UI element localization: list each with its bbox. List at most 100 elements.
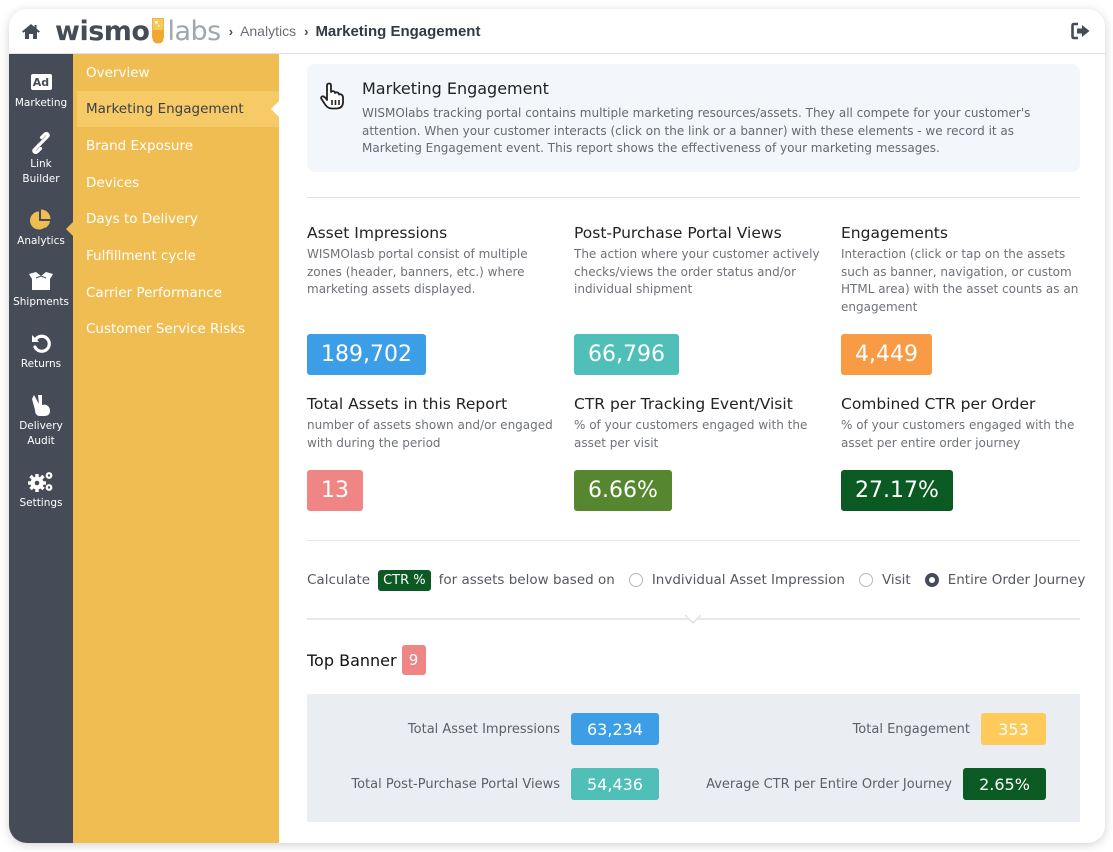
logo-labs: labs xyxy=(167,15,221,47)
sidebar-item-marketing[interactable]: Ad Marketing xyxy=(9,71,73,111)
metric-asset-impressions: Asset Impressions WISMOlasb portal consi… xyxy=(307,224,557,299)
metric-description: number of assets shown and/or engaged wi… xyxy=(307,418,553,450)
stat-value: 54,436 xyxy=(571,768,659,800)
app-window: wismo labs › Analytics › Marketing Engag… xyxy=(9,9,1105,843)
stat-value: 63,234 xyxy=(571,713,659,745)
metric-description: % of your customers engaged with the ass… xyxy=(841,418,1075,450)
sidebar-item-label: Link Builder xyxy=(22,157,59,187)
sidebar-item-returns[interactable]: Returns xyxy=(9,332,73,372)
divider-arrow-icon xyxy=(684,611,702,625)
submenu-item-days-to-delivery[interactable]: Days to Delivery xyxy=(77,201,279,237)
stat-average-ctr: Average CTR per Entire Order Journey 2.6… xyxy=(706,768,1046,800)
stat-label: Total Engagement xyxy=(852,721,970,737)
analytics-submenu: Overview Marketing Engagement Brand Expo… xyxy=(73,54,279,843)
stat-value: 2.65% xyxy=(963,768,1046,800)
breadcrumb-analytics[interactable]: Analytics xyxy=(240,23,296,39)
sidebar-item-label: Delivery Audit xyxy=(19,419,63,449)
test-tube-icon xyxy=(152,18,165,44)
top-bar: wismo labs › Analytics › Marketing Engag… xyxy=(9,9,1105,54)
divider xyxy=(307,197,1080,198)
metric-total-assets: Total Assets in this Report number of as… xyxy=(307,395,557,452)
metric-value-badge: 27.17% xyxy=(841,470,953,511)
label-line: Builder xyxy=(22,173,60,185)
chevron-right-icon: › xyxy=(228,23,234,39)
submenu-item-devices[interactable]: Devices xyxy=(77,165,279,201)
metric-engagements: Engagements Interaction (click or tap on… xyxy=(841,224,1081,316)
metric-portal-views: Post-Purchase Portal Views The action wh… xyxy=(574,224,824,299)
radio-label[interactable]: Entire Order Journey xyxy=(948,572,1086,588)
section-top-banner: Top Banner 9 xyxy=(307,645,426,675)
ctr-calculation-options: Calculate CTR % for assets below based o… xyxy=(307,567,1085,593)
intro-panel: Marketing Engagement WISMOlabs tracking … xyxy=(307,64,1080,172)
sidebar-item-analytics[interactable]: Analytics xyxy=(9,209,74,249)
metric-description: The action where your customer actively … xyxy=(574,247,820,296)
stat-total-engagement: Total Engagement 353 xyxy=(853,713,1046,745)
sidebar-item-delivery-audit[interactable]: Delivery Audit xyxy=(9,394,73,449)
calc-middle-text: for assets below based on xyxy=(438,572,615,588)
stat-value: 353 xyxy=(981,713,1046,745)
label-line: Delivery xyxy=(19,420,63,432)
sidebar-item-label: Analytics xyxy=(17,235,65,247)
breadcrumb-current: Marketing Engagement xyxy=(315,22,481,40)
top-banner-stats: Total Asset Impressions 63,234 Total Pos… xyxy=(307,694,1080,822)
home-icon[interactable] xyxy=(20,21,42,41)
radio-entire-order-journey[interactable] xyxy=(924,573,939,587)
sidebar-item-shipments[interactable]: Shipments xyxy=(9,270,73,310)
sidebar-item-label: Returns xyxy=(20,358,62,370)
intro-text: WISMOlabs tracking portal contains multi… xyxy=(362,106,1031,155)
link-icon xyxy=(30,132,52,154)
wismolabs-logo[interactable]: wismo labs xyxy=(55,15,221,47)
metric-title: Post-Purchase Portal Views xyxy=(574,224,782,242)
section-title: Top Banner xyxy=(307,650,397,670)
metric-value-badge: 189,702 xyxy=(307,334,426,375)
metric-value-badge: 13 xyxy=(307,470,363,511)
ad-icon-text: Ad xyxy=(30,74,52,90)
submenu-item-fulfillment-cycle[interactable]: Fulfillment cycle xyxy=(77,238,279,274)
gears-icon xyxy=(27,471,55,493)
metric-title: Asset Impressions xyxy=(307,224,448,242)
metric-value-badge: 66,796 xyxy=(574,334,679,375)
pie-chart-icon xyxy=(29,209,53,231)
metric-description: % of your customers engaged with the ass… xyxy=(574,418,808,450)
radio-visit[interactable] xyxy=(858,573,873,587)
sidebar-item-settings[interactable]: Settings xyxy=(9,471,73,511)
sidebar-item-label: Settings xyxy=(19,497,63,509)
intro-title: Marketing Engagement xyxy=(362,79,549,98)
undo-icon xyxy=(30,332,52,354)
radio-label[interactable]: Invdividual Asset Impression xyxy=(652,572,845,588)
chevron-right-icon: › xyxy=(304,23,309,39)
main-content: Marketing Engagement WISMOlabs tracking … xyxy=(279,54,1105,843)
ctr-chip: CTR % xyxy=(378,569,431,591)
submenu-item-customer-service-risks[interactable]: Customer Service Risks xyxy=(77,311,279,347)
metric-title: Combined CTR per Order xyxy=(841,395,1036,413)
metric-combined-ctr: Combined CTR per Order % of your custome… xyxy=(841,395,1081,452)
label-line: Audit xyxy=(27,435,55,447)
metric-value-badge: 4,449 xyxy=(841,334,932,375)
submenu-item-brand-exposure[interactable]: Brand Exposure xyxy=(77,128,279,164)
stat-label: Total Asset Impressions xyxy=(407,721,560,737)
radio-label[interactable]: Visit xyxy=(882,572,911,588)
asset-count-badge: 9 xyxy=(401,645,426,675)
label-line: Link xyxy=(30,158,52,170)
logo-wismo: wismo xyxy=(55,15,150,47)
pointer-hand-icon xyxy=(319,82,345,110)
sidebar-item-label: Shipments xyxy=(13,296,69,308)
logout-icon[interactable] xyxy=(1071,22,1091,40)
stat-total-asset-impressions: Total Asset Impressions 63,234 xyxy=(408,713,659,745)
sidebar-item-label: Marketing xyxy=(14,97,68,109)
sidebar-item-link-builder[interactable]: Link Builder xyxy=(9,132,73,187)
radio-individual-asset-impression[interactable] xyxy=(628,573,643,587)
submenu-item-overview[interactable]: Overview xyxy=(77,55,279,91)
box-icon xyxy=(28,270,54,292)
hand-peace-icon xyxy=(30,394,52,416)
metric-description: WISMOlasb portal consist of multiple zon… xyxy=(307,247,528,296)
stat-label: Total Post-Purchase Portal Views xyxy=(351,776,560,792)
ad-icon: Ad xyxy=(30,71,52,93)
stat-label: Average CTR per Entire Order Journey xyxy=(706,776,952,792)
metric-title: CTR per Tracking Event/Visit xyxy=(574,395,793,413)
submenu-item-carrier-performance[interactable]: Carrier Performance xyxy=(77,275,279,311)
submenu-item-marketing-engagement[interactable]: Marketing Engagement xyxy=(77,91,279,127)
metric-title: Engagements xyxy=(841,224,948,242)
metric-ctr-per-visit: CTR per Tracking Event/Visit % of your c… xyxy=(574,395,824,452)
divider xyxy=(307,540,1080,541)
